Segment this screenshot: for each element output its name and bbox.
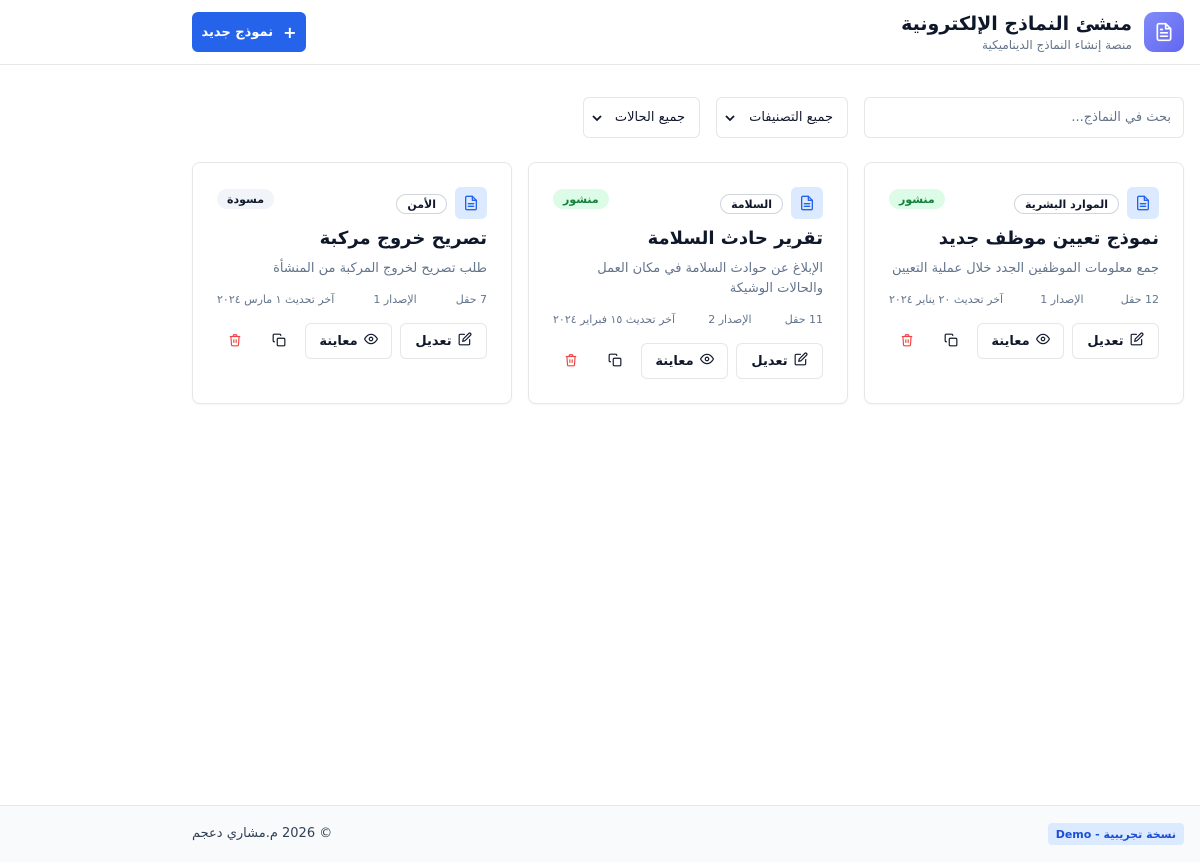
chevron-down-icon <box>592 113 602 123</box>
delete-button[interactable] <box>889 323 925 359</box>
app-title: منشئ النماذج الإلكترونية <box>901 13 1132 35</box>
app-footer: نسخة تجريبية - Demo © 2026 م.مشاري دعجم <box>0 805 1200 862</box>
field-count: 12 حقل <box>1120 293 1159 306</box>
copyright: © 2026 م.مشاري دعجم <box>192 826 333 841</box>
eye-icon <box>699 352 714 370</box>
form-card: السلامة منشور تقرير حادث السلامة الإبلاغ… <box>528 162 848 404</box>
trash-icon <box>228 333 242 350</box>
copy-icon <box>944 333 958 350</box>
status-badge: مسودة <box>217 189 275 209</box>
card-title: نموذج تعيين موظف جديد <box>938 228 1159 249</box>
edit-icon <box>458 332 472 350</box>
category-badge: الموارد البشرية <box>1014 194 1119 214</box>
copy-button[interactable] <box>933 323 969 359</box>
card-title: تقرير حادث السلامة <box>647 228 823 249</box>
card-description: جمع معلومات الموظفين الجدد خلال عملية ال… <box>891 261 1159 276</box>
form-card: الموارد البشرية منشور نموذج تعيين موظف ج… <box>864 162 1184 404</box>
category-badge: السلامة <box>720 194 783 214</box>
document-icon <box>455 187 487 219</box>
preview-button[interactable]: معاينة <box>977 323 1064 359</box>
chevron-down-icon <box>725 113 735 123</box>
document-icon <box>1127 187 1159 219</box>
field-count: 7 حقل <box>455 293 487 306</box>
trash-icon <box>564 353 578 370</box>
version: الإصدار 1 <box>373 293 417 306</box>
document-icon <box>1144 12 1184 52</box>
card-description: الإبلاغ عن حوادث السلامة في مكان العمل و… <box>597 261 823 296</box>
last-updated: آخر تحديث ١ مارس ٢٠٢٤ <box>217 293 335 306</box>
delete-button[interactable] <box>217 323 253 359</box>
card-title: تصريح خروج مركبة <box>319 228 487 249</box>
last-updated: آخر تحديث ١٥ فبراير ٢٠٢٤ <box>553 313 676 326</box>
brand: منشئ النماذج الإلكترونية منصة إنشاء النم… <box>901 12 1184 52</box>
category-select[interactable]: جميع التصنيفات <box>716 97 848 138</box>
edit-icon <box>794 352 808 370</box>
plus-icon: + <box>283 22 297 42</box>
new-form-label: نموذج جديد <box>201 24 274 40</box>
search-input[interactable] <box>864 97 1184 138</box>
preview-label: معاينة <box>991 333 1030 349</box>
status-select-value: جميع الحالات <box>614 110 685 125</box>
version: الإصدار 1 <box>1040 293 1084 306</box>
preview-label: معاينة <box>655 353 694 369</box>
demo-badge: نسخة تجريبية - Demo <box>1047 823 1184 845</box>
preview-button[interactable]: معاينة <box>641 343 728 379</box>
card-actions: تعديل معاينة <box>217 323 487 359</box>
edit-label: تعديل <box>751 353 788 369</box>
edit-label: تعديل <box>415 333 452 349</box>
copy-icon <box>272 333 286 350</box>
copy-button[interactable] <box>597 343 633 379</box>
category-select-value: جميع التصنيفات <box>749 110 833 125</box>
status-select[interactable]: جميع الحالات <box>583 97 700 138</box>
card-actions: تعديل معاينة <box>553 343 823 379</box>
new-form-button[interactable]: + نموذج جديد <box>192 12 306 52</box>
preview-label: معاينة <box>319 333 358 349</box>
card-actions: تعديل معاينة <box>889 323 1159 359</box>
edit-icon <box>1130 332 1144 350</box>
status-badge: منشور <box>889 189 945 209</box>
trash-icon <box>900 333 914 350</box>
status-badge: منشور <box>553 189 609 209</box>
edit-button[interactable]: تعديل <box>400 323 487 359</box>
form-card: الأمن مسودة تصريح خروج مركبة طلب تصريح ل… <box>192 162 512 404</box>
app-header: منشئ النماذج الإلكترونية منصة إنشاء النم… <box>0 0 1200 65</box>
version: الإصدار 2 <box>708 313 752 326</box>
category-badge: الأمن <box>396 194 447 214</box>
card-meta: 11 حقل الإصدار 2 آخر تحديث ١٥ فبراير ٢٠٢… <box>553 313 823 326</box>
eye-icon <box>1035 332 1050 350</box>
field-count: 11 حقل <box>784 313 823 326</box>
delete-button[interactable] <box>553 343 589 379</box>
edit-button[interactable]: تعديل <box>736 343 823 379</box>
copy-button[interactable] <box>261 323 297 359</box>
card-meta: 7 حقل الإصدار 1 آخر تحديث ١ مارس ٢٠٢٤ <box>217 293 487 306</box>
eye-icon <box>363 332 378 350</box>
card-description: طلب تصريح لخروج المركبة من المنشأة <box>273 261 487 276</box>
card-meta: 12 حقل الإصدار 1 آخر تحديث ٢٠ يناير ٢٠٢٤ <box>889 293 1159 306</box>
edit-button[interactable]: تعديل <box>1072 323 1159 359</box>
last-updated: آخر تحديث ٢٠ يناير ٢٠٢٤ <box>889 293 1004 306</box>
document-icon <box>791 187 823 219</box>
app-subtitle: منصة إنشاء النماذج الديناميكية <box>982 38 1132 52</box>
copy-icon <box>608 353 622 370</box>
edit-label: تعديل <box>1087 333 1124 349</box>
preview-button[interactable]: معاينة <box>305 323 392 359</box>
